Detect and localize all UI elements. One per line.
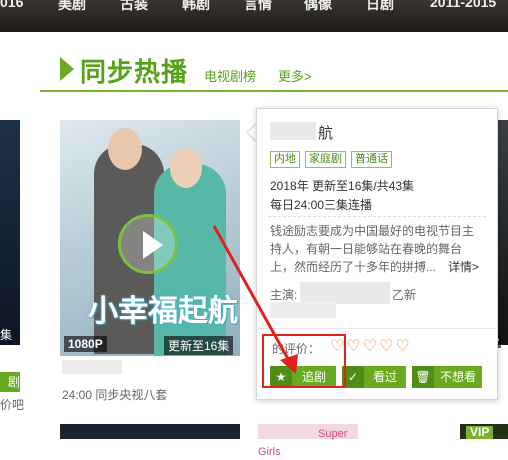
popup-title[interactable]: 航 — [318, 122, 333, 143]
poster-figure-man-head — [108, 128, 142, 170]
bottom-thumb-2[interactable]: Super Girls — [258, 424, 358, 458]
drama-poster[interactable]: 小幸福起航 — [60, 120, 240, 356]
popup-year-update: 2018年 更新至16集/共43集 — [270, 179, 415, 193]
tag-region[interactable]: 内地 — [270, 151, 300, 168]
top-nav: 016 美剧 古装 韩剧 言情 偶像 日剧 2011-2015 — [0, 0, 508, 32]
left-partial-poster[interactable] — [0, 120, 20, 345]
nav-item-us-drama[interactable]: 美剧 — [58, 0, 86, 14]
seen-button[interactable]: ✓ 看过 — [342, 366, 406, 388]
poster-title-blurred[interactable] — [62, 360, 122, 374]
section-more-link[interactable]: 更多> — [278, 66, 312, 85]
nav-item-2011-2015[interactable]: 2011-2015 — [430, 0, 496, 10]
section-arrow-icon — [60, 57, 74, 81]
tag-genre[interactable]: 家庭剧 — [305, 151, 346, 168]
poster-logo: 小幸福起航 — [88, 294, 238, 329]
popup-divider — [256, 328, 496, 329]
nav-item-idol[interactable]: 偶像 — [304, 0, 332, 14]
bottom-thumb-1[interactable] — [60, 424, 240, 439]
bottom-thumb-2-text: Super Girls — [258, 428, 348, 458]
popup-cast-tail: 乙新 — [392, 288, 417, 302]
poster-meta: 24:00 同步央视八套 — [62, 388, 168, 402]
left-card-text: 价吧 — [0, 398, 25, 412]
seen-button-label: 看过 — [372, 370, 397, 384]
popup-director-blurred — [270, 302, 336, 318]
play-icon[interactable] — [118, 214, 178, 274]
popup-dashed-divider — [268, 216, 486, 217]
update-badge: 更新至16集 — [164, 336, 234, 355]
nav-item-japanese[interactable]: 日剧 — [366, 0, 394, 14]
section-divider — [40, 90, 508, 92]
section-title: 同步热播 — [80, 57, 189, 87]
not-want-button[interactable]: 🗑 不想看 — [412, 366, 482, 388]
nav-item-016[interactable]: 016 — [0, 0, 23, 10]
not-want-button-label: 不想看 — [439, 370, 476, 384]
nav-item-costume[interactable]: 古装 — [120, 0, 148, 14]
popup-tags: 内地 家庭剧 普通话 — [270, 151, 392, 168]
poster-figure-woman-head — [170, 148, 202, 188]
popup-details-link[interactable]: 详情> — [448, 258, 479, 275]
vip-badge: VIP — [466, 426, 494, 439]
popup-cast-blurred — [300, 282, 390, 304]
quality-badge: 1080P — [64, 336, 107, 352]
popup-schedule: 每日24:00三集连播 — [270, 198, 373, 212]
trash-icon: 🗑 — [412, 366, 434, 388]
nav-item-korean[interactable]: 韩剧 — [182, 0, 210, 14]
annotation-highlight-box — [262, 334, 346, 388]
popup-cast-label: 主演: — [270, 288, 298, 302]
left-card-badge: 集 — [0, 328, 13, 342]
left-card-follow-button[interactable]: 剧 — [0, 372, 20, 392]
popup-title-blurred — [270, 122, 316, 140]
section-subtitle-link[interactable]: 电视剧榜 — [204, 66, 256, 85]
tag-language[interactable]: 普通话 — [351, 151, 392, 168]
nav-item-romance[interactable]: 言情 — [244, 0, 272, 14]
